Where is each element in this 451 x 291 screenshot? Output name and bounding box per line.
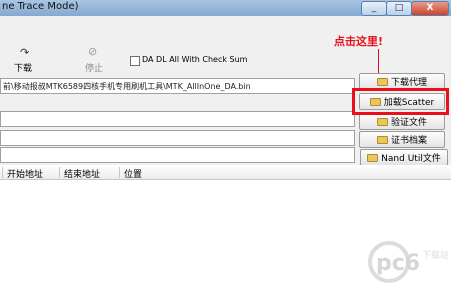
table-header: 开始地址 结束地址 位置 — [0, 165, 451, 180]
stop-button[interactable]: ⊘ 停止 — [82, 45, 112, 74]
cert-file-button[interactable]: 证书档案 — [359, 131, 445, 148]
download-label: 下载 — [14, 64, 33, 74]
column-start-address[interactable]: 开始地址 — [2, 167, 43, 180]
auth-file-button[interactable]: 验证文件 — [359, 113, 445, 130]
da-path-text: 前\移动报叔MTK6589四核手机专用刷机工具\MTK_AllInOne_DA.… — [3, 82, 251, 91]
column-end-address[interactable]: 结束地址 — [59, 167, 100, 180]
download-button[interactable]: ↷ 下载 — [10, 46, 44, 74]
auth-file-label: 验证文件 — [390, 118, 427, 128]
load-scatter-button[interactable]: 加载Scatter — [359, 93, 445, 110]
folder-icon — [369, 97, 381, 106]
column-location[interactable]: 位置 — [119, 167, 142, 180]
watermark-subtext: 下载站 — [422, 249, 448, 261]
download-agent-button[interactable]: 下载代理 — [359, 73, 445, 90]
download-agent-label: 下载代理 — [390, 78, 427, 88]
minimize-button[interactable]: _ — [361, 1, 387, 16]
folder-icon — [376, 77, 388, 86]
maximize-button[interactable]: □ — [386, 1, 412, 16]
nand-util-button[interactable]: Nand Util文件 — [360, 149, 448, 166]
stop-icon: ⊘ — [88, 45, 98, 58]
folder-icon — [367, 153, 379, 162]
pc6-logo: pc6 下载站 — [368, 241, 448, 283]
download-arrow-icon: ↷ — [20, 46, 30, 59]
da-path-field[interactable]: 前\移动报叔MTK6589四核手机专用刷机工具\MTK_AllInOne_DA.… — [0, 78, 355, 94]
folder-icon — [376, 117, 388, 126]
nand-util-label: Nand Util文件 — [381, 154, 441, 164]
click-here-annotation: 点击这里! — [334, 35, 384, 48]
scatter-path-field[interactable] — [0, 111, 355, 127]
toolbar — [0, 17, 451, 75]
load-scatter-label: 加载Scatter — [383, 98, 435, 108]
watermark-text: pc6 — [376, 251, 420, 276]
folder-icon — [376, 135, 388, 144]
stop-label: 停止 — [85, 64, 104, 74]
auth-path-field[interactable] — [0, 130, 355, 146]
title-bar: ne Trace Mode) _ □ X — [0, 0, 451, 16]
window-title: ne Trace Mode) — [2, 1, 79, 12]
check-sum-label: DA DL All With Check Sum — [142, 55, 248, 64]
cert-file-label: 证书档案 — [390, 136, 427, 146]
close-button[interactable]: X — [411, 1, 449, 16]
cert-path-field[interactable] — [0, 147, 355, 163]
check-sum-checkbox[interactable] — [130, 56, 140, 66]
